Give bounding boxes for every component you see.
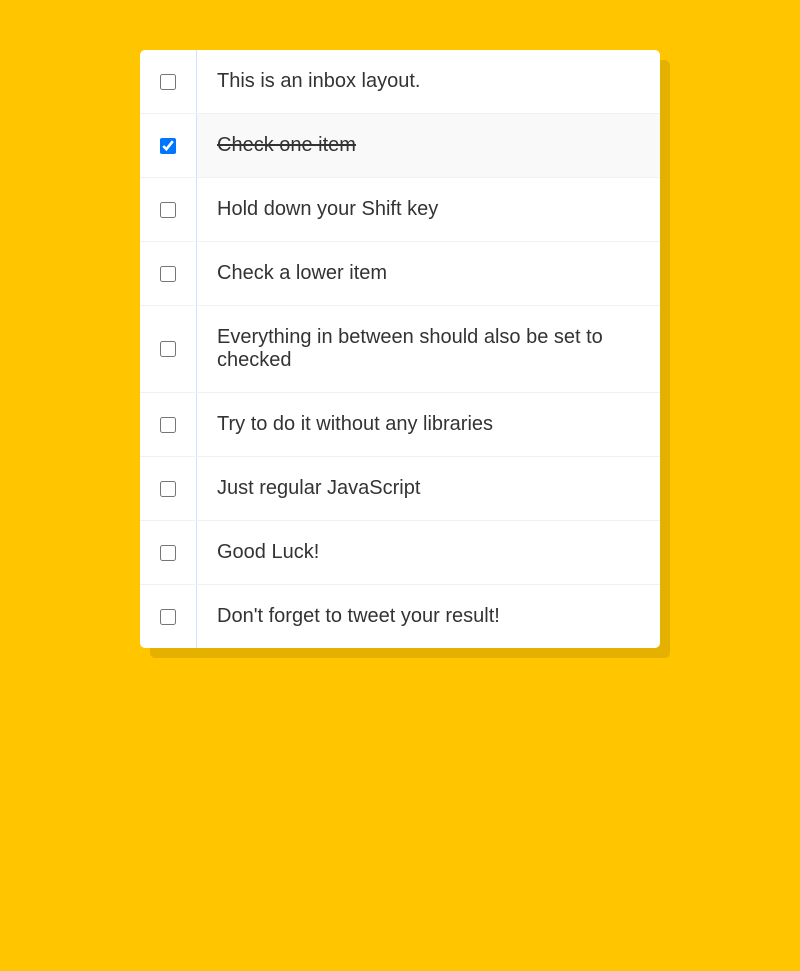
list-item[interactable]: Hold down your Shift key (140, 178, 660, 242)
list-item[interactable]: Check a lower item (140, 242, 660, 306)
list-item[interactable]: Check one item (140, 114, 660, 178)
item-label: Try to do it without any libraries (196, 393, 660, 456)
item-checkbox[interactable] (160, 545, 176, 561)
item-checkbox[interactable] (160, 341, 176, 357)
item-checkbox[interactable] (160, 481, 176, 497)
list-item[interactable]: Everything in between should also be set… (140, 306, 660, 393)
item-checkbox[interactable] (160, 609, 176, 625)
list-item[interactable]: This is an inbox layout. (140, 50, 660, 114)
item-label: Check one item (196, 114, 660, 177)
item-label: This is an inbox layout. (196, 50, 660, 113)
item-checkbox[interactable] (160, 202, 176, 218)
item-label: Check a lower item (196, 242, 660, 305)
item-label: Hold down your Shift key (196, 178, 660, 241)
item-label: Good Luck! (196, 521, 660, 584)
list-item[interactable]: Try to do it without any libraries (140, 393, 660, 457)
list-item[interactable]: Don't forget to tweet your result! (140, 585, 660, 648)
item-label: Just regular JavaScript (196, 457, 660, 520)
item-label: Everything in between should also be set… (196, 306, 660, 392)
inbox-list: This is an inbox layout. Check one item … (140, 50, 660, 648)
list-item[interactable]: Good Luck! (140, 521, 660, 585)
item-checkbox[interactable] (160, 266, 176, 282)
item-checkbox[interactable] (160, 138, 176, 154)
item-checkbox[interactable] (160, 417, 176, 433)
item-label: Don't forget to tweet your result! (196, 585, 660, 648)
item-checkbox[interactable] (160, 74, 176, 90)
list-item[interactable]: Just regular JavaScript (140, 457, 660, 521)
